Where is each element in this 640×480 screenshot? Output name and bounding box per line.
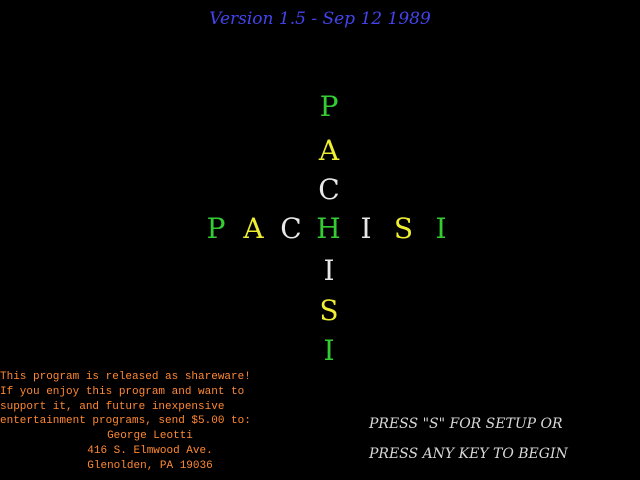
title-letter-horizontal: C: [280, 212, 302, 245]
shareware-line: If you enjoy this program and want to: [0, 385, 245, 398]
shareware-line: entertainment programs, send $5.00 to:: [0, 415, 251, 428]
title-letter-horizontal: A: [243, 212, 264, 245]
title-letter-horizontal: I: [360, 212, 372, 245]
version-label: Version 1.5 - Sep 12 1989: [209, 9, 431, 29]
title-letter-vertical: I: [323, 334, 335, 367]
title-letter-vertical: I: [323, 254, 335, 287]
title-letter-vertical: C: [318, 173, 340, 206]
title-letter-vertical: P: [319, 90, 339, 123]
title-letter-vertical: S: [319, 294, 339, 327]
shareware-notice: This program is released as shareware! I…: [0, 370, 300, 474]
author-city: Glenolden, PA 19036: [87, 459, 213, 472]
setup-prompt: PRESS "S" FOR SETUP OR: [369, 416, 563, 432]
title-letter-horizontal: S: [393, 212, 414, 245]
title-letter-horizontal: P: [206, 212, 226, 245]
begin-prompt: PRESS ANY KEY TO BEGIN: [369, 446, 568, 462]
shareware-line: This program is released as shareware!: [0, 371, 251, 383]
shareware-line: support it, and future inexpensive: [0, 400, 225, 413]
title-letter-horizontal: H: [316, 212, 341, 245]
title-letter-vertical: A: [318, 134, 340, 167]
title-letter-horizontal: I: [435, 212, 447, 245]
author-street: 416 S. Elmwood Ave.: [87, 444, 213, 457]
author-name: George Leotti: [107, 430, 193, 443]
